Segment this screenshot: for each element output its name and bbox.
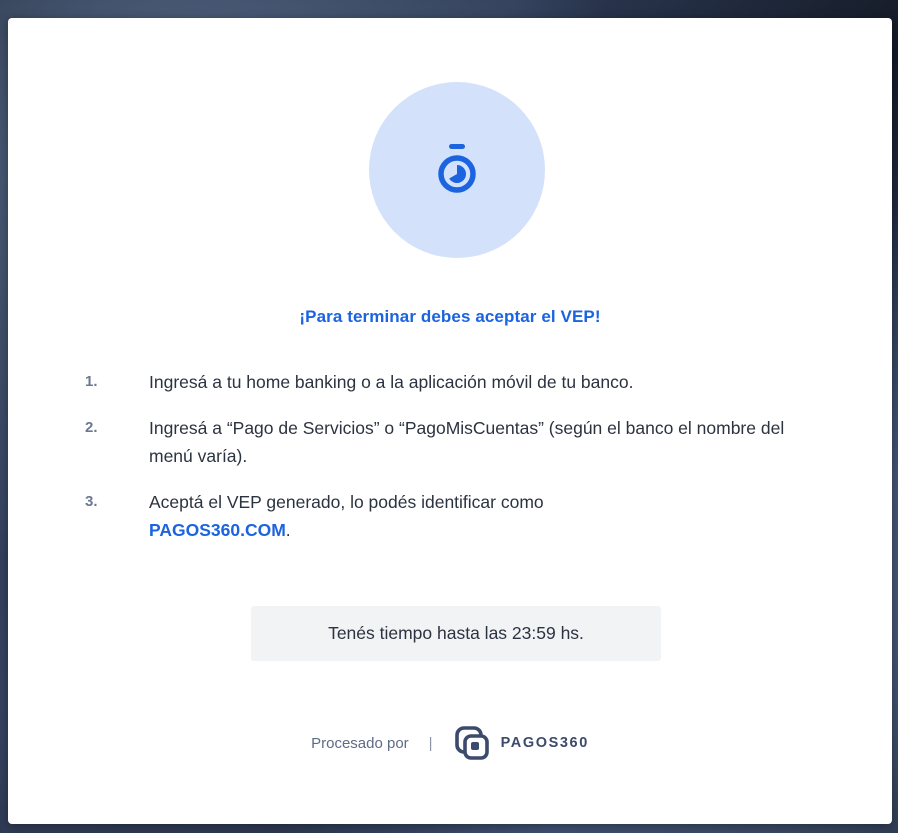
step-number: 3. [85,493,98,510]
list-item: 1. Ingresá a tu home banking o a la apli… [85,368,805,396]
time-limit-text: Tenés tiempo hasta las 23:59 hs. [328,623,584,643]
step-text-prefix: Aceptá el VEP generado, lo podés identif… [149,492,544,512]
processed-by-label: Procesado por [311,734,409,752]
pagos360-logo: PAGOS360 [454,726,589,760]
list-item: 2. Ingresá a “Pago de Servicios” o “Pago… [85,414,805,470]
brand-name: PAGOS360 [500,735,589,751]
step-number: 1. [85,373,98,390]
steps-list: 1. Ingresá a tu home banking o a la apli… [85,368,805,544]
stopwatch-icon [438,144,476,193]
footer-separator: | [428,734,433,752]
icon-circle [369,82,545,258]
time-limit-notice: Tenés tiempo hasta las 23:59 hs. [251,606,661,661]
step-number: 2. [85,419,98,436]
step-text-suffix: . [285,520,291,540]
pagos360-link[interactable]: PAGOS360.COM [149,520,286,540]
step-text: Ingresá a tu home banking o a la aplicac… [149,372,634,392]
step-text: Aceptá el VEP generado, lo podés identif… [149,488,805,544]
pagos360-logo-icon [454,726,489,760]
footer: Procesado por | PAGOS360 [8,726,892,760]
vep-modal: ¡Para terminar debes aceptar el VEP! 1. … [8,18,892,824]
list-item: 3. Aceptá el VEP generado, lo podés iden… [85,488,805,544]
modal-title: ¡Para terminar debes aceptar el VEP! [299,307,601,326]
step-text: Ingresá a “Pago de Servicios” o “PagoMis… [149,418,785,466]
